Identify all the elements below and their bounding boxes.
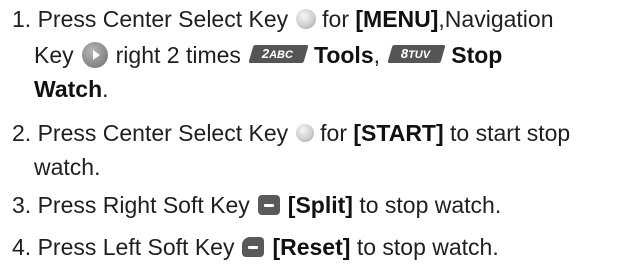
period: . [102,76,109,102]
split-label: [Split] [287,192,353,218]
key-8-tuv-icon: 8TUV [387,44,446,63]
step-text: right 2 times [115,42,241,68]
step-text: to stop watch. [356,234,499,260]
step-text: Press Left Soft Key [37,234,235,260]
instruction-document: 1. Press Center Select Key for [MENU],Nav… [0,0,623,279]
step-text: Key [34,42,74,68]
step-text: ,Navigation [438,6,554,32]
step-number: 1. [12,6,32,32]
step-text: Press Center Select Key [37,120,289,146]
key-letters: TUV [408,48,431,61]
step-2-line-2: watch. [12,152,612,182]
navigation-key-right-icon [81,41,108,68]
step-text: for [320,120,347,146]
right-soft-key-icon [257,194,280,215]
step-4: 4. Press Left Soft Key [Reset] to stop wa… [12,232,612,262]
step-1: 1. Press Center Select Key for [MENU],Nav… [12,4,612,104]
step-number: 4. [12,234,32,260]
step-number: 3. [12,192,32,218]
step-1-line-3: Watch. [12,74,612,104]
step-text: watch. [34,154,101,180]
step-2: 2. Press Center Select Key for [START] to… [12,118,612,182]
step-text: Press Right Soft Key [37,192,250,218]
tools-label: Tools [313,42,374,68]
menu-label: [MENU] [355,6,439,32]
comma: , [373,42,380,68]
step-text: Press Center Select Key [37,6,289,32]
key-2-abc-icon: 2ABC [248,44,309,63]
step-text: to stop watch. [359,192,502,218]
center-select-key-icon [296,8,317,29]
center-select-key-icon [296,123,315,142]
stop-label: Stop [451,42,503,68]
reset-label: [Reset] [272,234,351,260]
step-text: to start stop [450,120,571,146]
left-soft-key-icon [242,236,265,257]
step-3: 3. Press Right Soft Key [Split] to stop w… [12,190,612,220]
start-label: [START] [353,120,444,146]
step-number: 2. [12,120,32,146]
watch-label: Watch [34,76,103,102]
step-1-line-2: Key right 2 times 2ABC Tools, 8TUV Stop [12,40,612,70]
key-letters: ABC [268,48,293,61]
step-text: for [322,6,349,32]
